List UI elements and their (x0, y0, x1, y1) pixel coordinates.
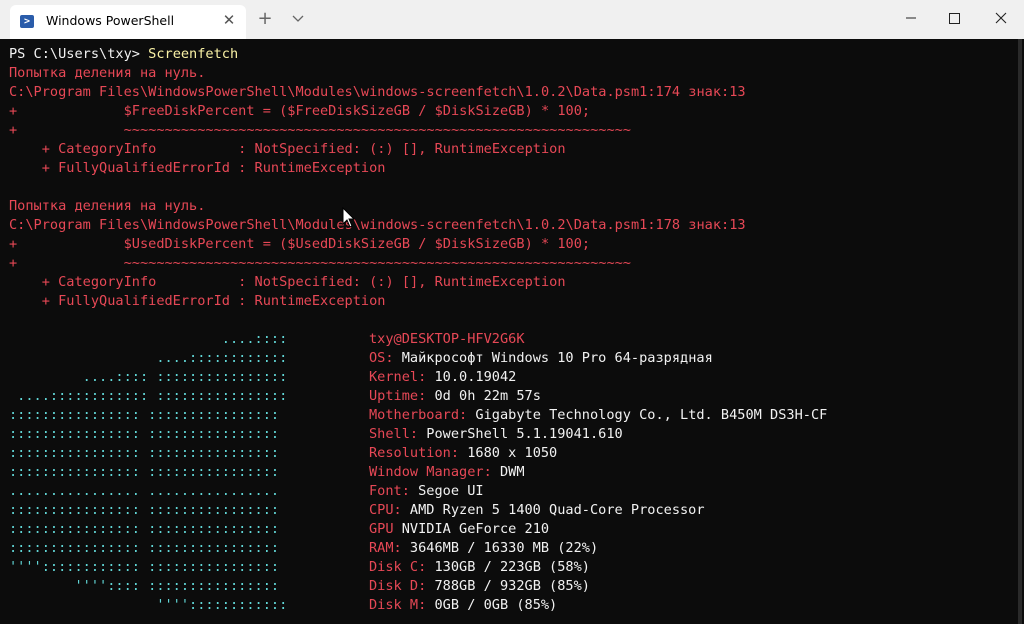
error-tilde: + ~~~~~~~~~~~~~~~~~~~~~~~~~~~~~~~~~~~~~~… (9, 122, 631, 138)
powershell-icon: > (20, 15, 34, 28)
info-label: GPU (369, 521, 402, 537)
logo-line: ....:::: (9, 331, 288, 347)
error-message: Попытка деления на нуль. (9, 198, 206, 214)
error-path: C:\Program Files\WindowsPowerShell\Modul… (9, 84, 746, 100)
logo-line: '''':::::::::::: :::::::::::::::: (9, 559, 280, 575)
info-label: Window Manager: (369, 464, 500, 480)
logo-line: :::::::::::::::: :::::::::::::::: (9, 502, 280, 518)
info-label: Font: (369, 483, 419, 499)
info-value: 130GB / 223GB (58%) (434, 559, 590, 575)
info-label: RAM: (369, 540, 410, 556)
info-line: Shell: PowerShell 5.1.19041.610 (369, 425, 623, 444)
info-value: DWM (499, 464, 525, 480)
info-line: Uptime: 0d 0h 22m 57s (369, 387, 541, 406)
error-code: + $FreeDiskPercent = ($FreeDiskSizeGB / … (9, 103, 591, 119)
minimize-button[interactable] (886, 0, 936, 36)
info-value: 0d 0h 22m 57s (434, 388, 541, 404)
info-line: GPU NVIDIA GeForce 210 (369, 520, 549, 539)
info-value: Майкрософт Windows 10 Pro 64-разрядная (401, 350, 713, 366)
info-value: 788GB / 932GB (85%) (434, 578, 590, 594)
info-label: Shell: (369, 426, 427, 442)
error-fqid: + FullyQualifiedErrorId : RuntimeExcepti… (9, 293, 386, 309)
chevron-down-icon[interactable] (289, 10, 307, 28)
info-line: Resolution: 1680 x 1050 (369, 444, 557, 463)
info-label: Kernel: (369, 369, 435, 385)
logo-line: ....:::::::::::: :::::::::::::::: (9, 388, 288, 404)
close-window-button[interactable] (976, 0, 1024, 36)
logo-line: :::::::::::::::: :::::::::::::::: (9, 407, 280, 423)
info-line: OS: Майкрософт Windows 10 Pro 64-разрядн… (369, 349, 713, 368)
info-value: 3646MB / 16330 MB (22%) (409, 540, 599, 556)
logo-line: ....:::::::::::: (9, 350, 288, 366)
info-label: txy@DESKTOP-HFV2G6K (369, 331, 525, 347)
info-value: 1680 x 1050 (467, 445, 558, 461)
logo-line: ................ ................ (9, 483, 280, 499)
error-fqid: + FullyQualifiedErrorId : RuntimeExcepti… (9, 160, 386, 176)
info-line: txy@DESKTOP-HFV2G6K (369, 330, 525, 349)
close-tab-icon[interactable]: ✕ (220, 11, 238, 29)
info-line: Disk M: 0GB / 0GB (85%) (369, 596, 557, 615)
logo-line: '''':::::::::::: (9, 597, 288, 613)
error-tilde: + ~~~~~~~~~~~~~~~~~~~~~~~~~~~~~~~~~~~~~~… (9, 255, 631, 271)
info-value: 10.0.19042 (434, 369, 517, 385)
info-line: CPU: AMD Ryzen 5 1400 Quad-Core Processo… (369, 501, 705, 520)
info-value: 0GB / 0GB (85%) (434, 597, 558, 613)
info-label: Resolution: (369, 445, 468, 461)
new-tab-button[interactable]: + (256, 10, 274, 28)
error-message: Попытка деления на нуль. (9, 65, 206, 81)
info-value: AMD Ryzen 5 1400 Quad-Core Processor (409, 502, 705, 518)
info-value: NVIDIA GeForce 210 (401, 521, 550, 537)
info-line: Font: Segoe UI (369, 482, 484, 501)
info-label: OS: (369, 350, 402, 366)
logo-line: '''':::: :::::::::::::::: (9, 578, 280, 594)
error-category: + CategoryInfo : NotSpecified: (:) [], R… (9, 141, 566, 157)
title-bar: > Windows PowerShell ✕ + (0, 0, 1024, 39)
info-value: Segoe UI (418, 483, 484, 499)
info-line: Disk D: 788GB / 932GB (85%) (369, 577, 590, 596)
info-line: Motherboard: Gigabyte Technology Co., Lt… (369, 406, 827, 425)
info-value: Gigabyte Technology Co., Ltd. B450M DS3H… (475, 407, 828, 423)
logo-line: :::::::::::::::: :::::::::::::::: (9, 464, 280, 480)
info-label: Disk C: (369, 559, 435, 575)
info-line: Disk C: 130GB / 223GB (58%) (369, 558, 590, 577)
info-label: CPU: (369, 502, 410, 518)
logo-line: :::::::::::::::: :::::::::::::::: (9, 540, 280, 556)
error-category: + CategoryInfo : NotSpecified: (:) [], R… (9, 274, 566, 290)
command-text: Screenfetch (148, 46, 239, 62)
logo-line: :::::::::::::::: :::::::::::::::: (9, 426, 280, 442)
error-code: + $UsedDiskPercent = ($UsedDiskSizeGB / … (9, 236, 591, 252)
info-line: Window Manager: DWM (369, 463, 525, 482)
tab-powershell[interactable]: > Windows PowerShell ✕ (10, 5, 246, 39)
info-line: RAM: 3646MB / 16330 MB (22%) (369, 539, 598, 558)
maximize-button[interactable] (930, 0, 980, 36)
prompt-line: PS C:\Users\txy> Screenfetch (9, 45, 238, 64)
info-line: Kernel: 10.0.19042 (369, 368, 516, 387)
scrollbar[interactable] (1018, 39, 1022, 624)
info-label: Disk D: (369, 578, 435, 594)
logo-line: ....:::: :::::::::::::::: (9, 369, 288, 385)
logo-line: :::::::::::::::: :::::::::::::::: (9, 521, 280, 537)
info-label: Motherboard: (369, 407, 476, 423)
error-path: C:\Program Files\WindowsPowerShell\Modul… (9, 217, 746, 233)
info-label: Uptime: (369, 388, 435, 404)
info-value: PowerShell 5.1.19041.610 (426, 426, 623, 442)
tab-title: Windows PowerShell (46, 13, 175, 28)
logo-line: :::::::::::::::: :::::::::::::::: (9, 445, 280, 461)
info-label: Disk M: (369, 597, 435, 613)
prompt: PS C:\Users\txy> (9, 46, 149, 62)
